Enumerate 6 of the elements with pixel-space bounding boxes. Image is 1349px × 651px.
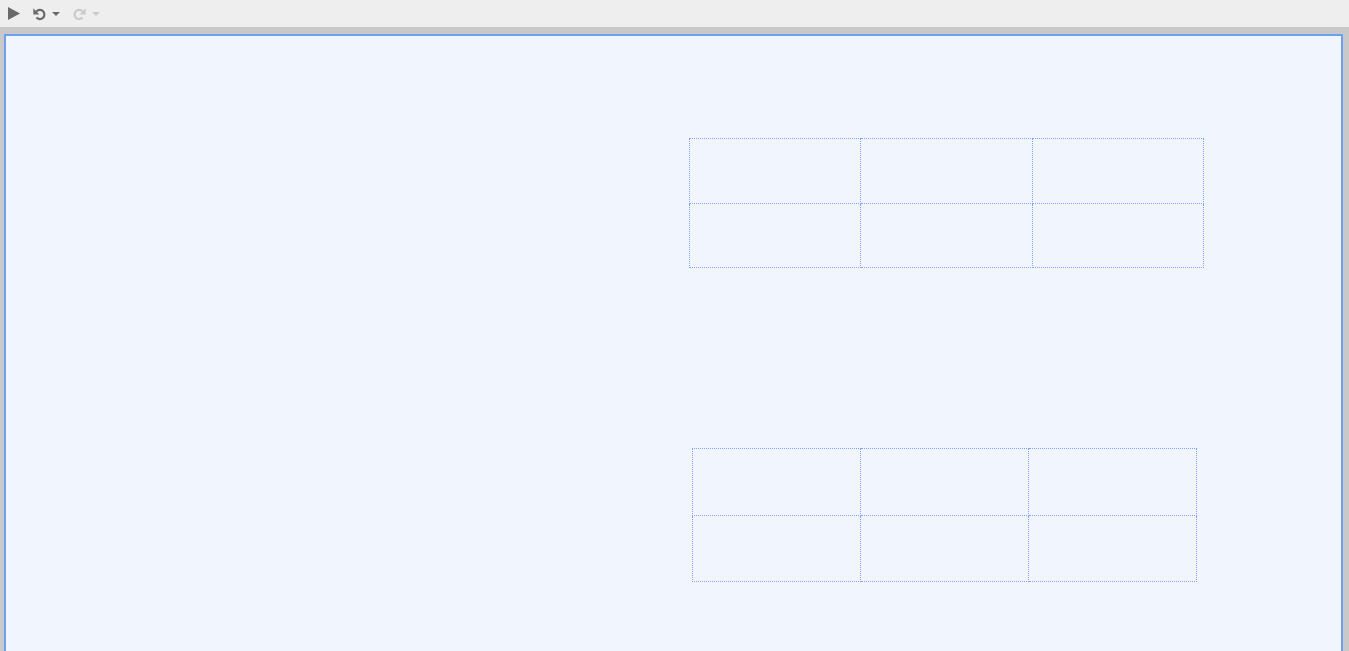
play-icon — [8, 7, 20, 20]
caret-icon — [52, 11, 60, 16]
redo-icon — [73, 6, 86, 21]
run-button[interactable] — [7, 4, 21, 23]
caret-icon — [92, 11, 100, 16]
undo-icon — [33, 6, 46, 21]
